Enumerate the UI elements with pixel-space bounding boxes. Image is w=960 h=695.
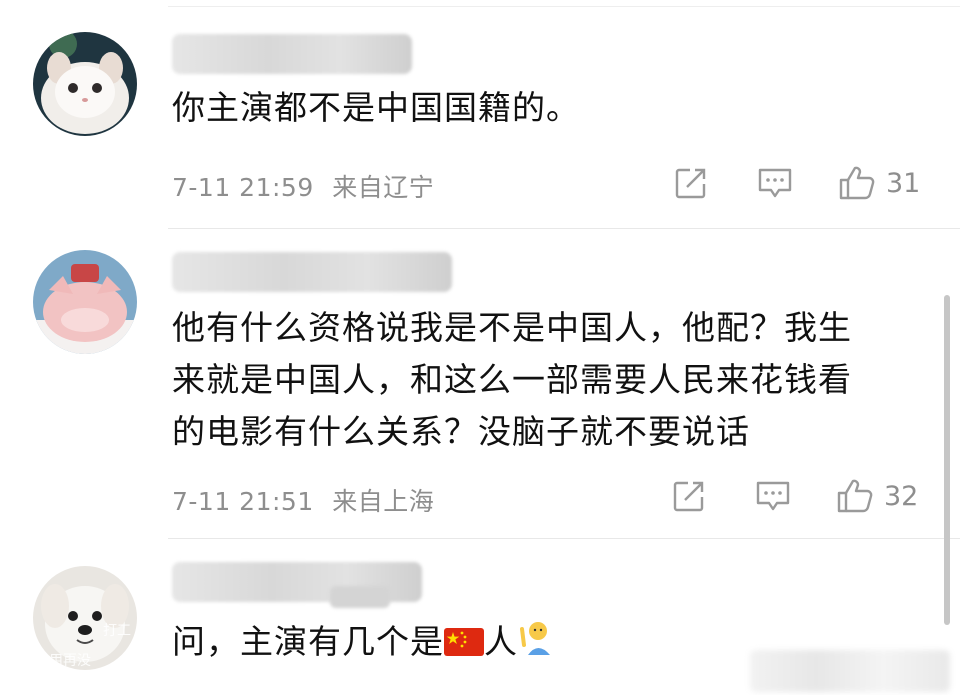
comment-item-1: 你主演都不是中国国籍的。 7-11 21:59 来自辽宁 31 xyxy=(0,0,960,230)
timestamp: 7-11 21:59 xyxy=(172,173,314,202)
username-redacted xyxy=(172,252,452,292)
comment-icon xyxy=(758,168,792,198)
thumbs-up-icon xyxy=(839,166,875,200)
comment-icon xyxy=(756,481,790,511)
china-flag-icon xyxy=(444,628,484,656)
comment-text-part: 人 xyxy=(484,622,518,661)
like-button[interactable]: 32 xyxy=(836,476,918,516)
comment-actions: 31 xyxy=(670,163,940,203)
share-icon xyxy=(673,481,704,512)
comment-item-2: 他有什么资格说我是不是中国人，他配？我生 来就是中国人，和这么一部需要人民来花钱… xyxy=(0,230,960,540)
comment-actions: 32 xyxy=(670,476,940,516)
share-icon xyxy=(675,168,706,199)
comment-divider xyxy=(168,538,960,539)
avatar-caption: 用再没 xyxy=(49,653,91,669)
like-button[interactable]: 31 xyxy=(838,163,920,203)
reply-button[interactable] xyxy=(756,163,794,203)
reply-button[interactable] xyxy=(754,476,792,516)
like-count: 31 xyxy=(886,167,921,199)
comment-line: 他有什么资格说我是不是中国人，他配？我生 xyxy=(172,308,852,347)
cat-avatar-image xyxy=(33,32,137,136)
username-redacted-extra xyxy=(330,586,390,608)
comment-text-part: 问，主演有几个是 xyxy=(172,622,444,661)
plush-avatar-image xyxy=(33,250,137,354)
avatar[interactable]: 打工 用再没 xyxy=(33,566,137,670)
avatar[interactable] xyxy=(33,32,137,136)
repost-button[interactable] xyxy=(674,163,708,203)
comment-line: 来就是中国人，和这么一部需要人民来花钱看 xyxy=(172,360,852,399)
location: 来自辽宁 xyxy=(332,173,435,202)
comment-meta: 7-11 21:59 来自辽宁 xyxy=(172,168,434,204)
repost-button[interactable] xyxy=(672,476,706,516)
waving-person-icon xyxy=(520,622,550,655)
comment-text: 你主演都不是中国国籍的。 xyxy=(172,88,580,127)
watermark-redacted xyxy=(750,650,950,692)
like-count: 32 xyxy=(884,480,919,512)
comment-meta: 7-11 21:51 来自上海 xyxy=(172,482,434,518)
username-redacted xyxy=(172,34,412,74)
avatar-caption: 打工 xyxy=(103,623,131,639)
comment-divider xyxy=(168,228,960,229)
comment-line: 的电影有什么关系？没脑子就不要说话 xyxy=(172,412,750,451)
timestamp: 7-11 21:51 xyxy=(172,487,314,516)
avatar[interactable] xyxy=(33,250,137,354)
scrollbar[interactable] xyxy=(944,295,950,625)
comment-text: 他有什么资格说我是不是中国人，他配？我生 来就是中国人，和这么一部需要人民来花钱… xyxy=(172,302,942,458)
thumbs-up-icon xyxy=(837,479,873,513)
location: 来自上海 xyxy=(332,487,435,516)
